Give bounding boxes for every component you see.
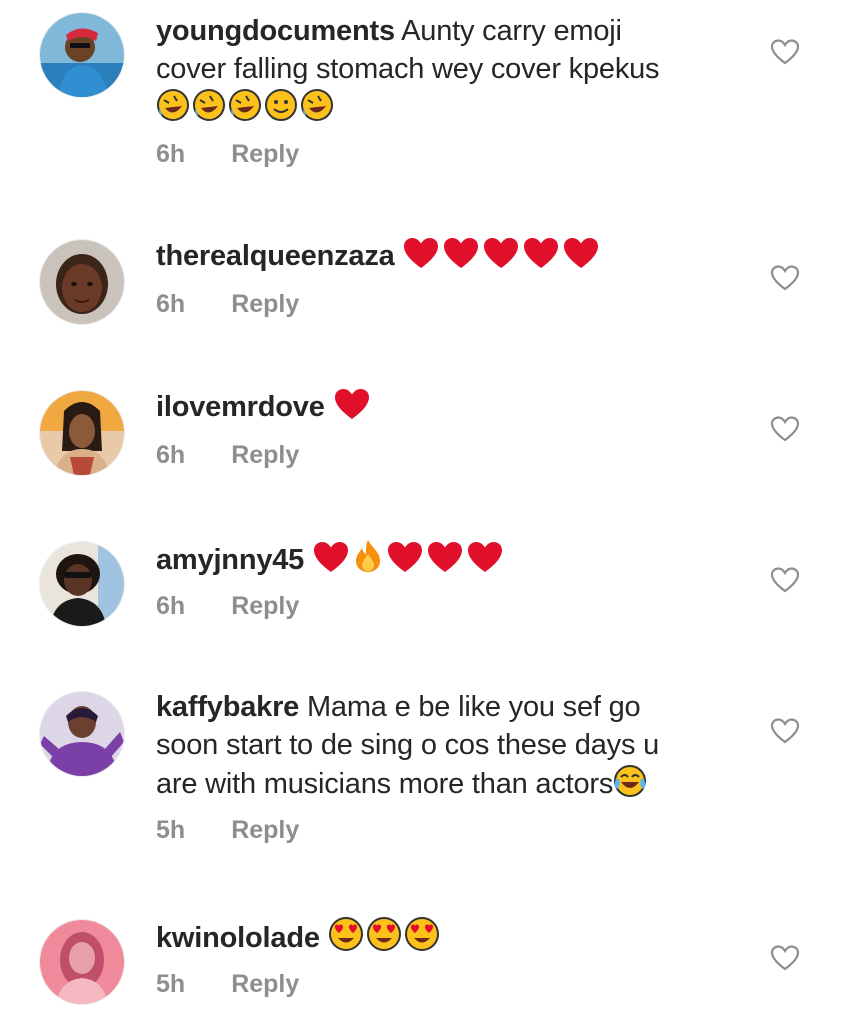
avatar[interactable] [40, 920, 124, 1004]
comment-text: amyjnny45 [156, 538, 756, 579]
rofl-emoji-icon [192, 88, 226, 122]
avatar[interactable] [40, 13, 124, 97]
comment-timestamp: 5h [156, 816, 186, 844]
heart-emoji-icon [402, 236, 440, 270]
heart-emoji-icon [442, 236, 480, 270]
reply-button[interactable]: Reply [231, 140, 299, 169]
comment-text: kwinololade [156, 916, 756, 957]
comment-meta: 5h Reply [156, 816, 299, 845]
comment-timestamp: 6h [156, 140, 186, 168]
reply-button[interactable]: Reply [231, 816, 299, 845]
heart-emoji-icon [482, 236, 520, 270]
comment-meta: 5h Reply [156, 970, 299, 999]
comment-meta: 6h Reply [156, 592, 299, 621]
avatar[interactable] [40, 542, 124, 626]
reply-button[interactable]: Reply [231, 441, 299, 470]
comment-username[interactable]: ilovemrdove [156, 391, 325, 423]
comment-text: youngdocuments Aunty carry emoji cover f… [156, 12, 756, 127]
heart-emoji-icon [562, 236, 600, 270]
comment-timestamp: 6h [156, 290, 186, 318]
comment-meta: 6h Reply [156, 441, 299, 470]
reply-button[interactable]: Reply [231, 290, 299, 319]
comment-timestamp: 6h [156, 441, 186, 469]
like-heart-icon[interactable] [770, 944, 800, 972]
heart-emoji-icon [466, 540, 504, 574]
heart-emoji-icon [333, 387, 371, 421]
heart-eyes-emoji-icon [404, 916, 440, 952]
avatar[interactable] [40, 692, 124, 776]
comment-text: therealqueenzaza [156, 236, 756, 275]
comment-timestamp: 5h [156, 970, 186, 998]
like-heart-icon[interactable] [770, 264, 800, 292]
heart-emoji-icon [386, 540, 424, 574]
reply-button[interactable]: Reply [231, 970, 299, 999]
comment-text: kaffybakre Mama e be like you sef go soo… [156, 688, 756, 803]
like-heart-icon[interactable] [770, 38, 800, 66]
rofl-emoji-icon [228, 88, 262, 122]
joy-emoji-icon [613, 764, 647, 798]
reply-button[interactable]: Reply [231, 592, 299, 621]
comment-username[interactable]: kwinololade [156, 922, 320, 954]
comment-username[interactable]: therealqueenzaza [156, 240, 395, 272]
like-heart-icon[interactable] [770, 415, 800, 443]
comment-text: ilovemrdove [156, 387, 756, 426]
comment-text-line: Aunty carry emoji [401, 15, 622, 47]
comment-meta: 6h Reply [156, 290, 299, 319]
heart-eyes-emoji-icon [328, 916, 364, 952]
comment-text-line: are with musicians more than actors [156, 768, 614, 800]
comment-username[interactable]: amyjnny45 [156, 544, 304, 576]
avatar[interactable] [40, 240, 124, 324]
heart-emoji-icon [522, 236, 560, 270]
rofl-emoji-icon [300, 88, 334, 122]
comment-username[interactable]: youngdocuments [156, 15, 395, 47]
heart-emoji-icon [312, 540, 350, 574]
comment-text-line: cover falling stomach wey cover kpekus [156, 53, 660, 85]
rofl-emoji-icon [156, 88, 190, 122]
slight-smile-emoji-icon [264, 88, 298, 122]
comment-timestamp: 6h [156, 592, 186, 620]
comment-text-line: Mama e be like you sef go [306, 691, 641, 723]
fire-emoji-icon [352, 538, 384, 574]
heart-emoji-icon [426, 540, 464, 574]
heart-eyes-emoji-icon [366, 916, 402, 952]
comment-text-line: soon start to de sing o cos these days u [156, 729, 660, 761]
comment-username[interactable]: kaffybakre [156, 691, 299, 723]
avatar[interactable] [40, 391, 124, 475]
comment-meta: 6h Reply [156, 140, 299, 169]
like-heart-icon[interactable] [770, 566, 800, 594]
like-heart-icon[interactable] [770, 717, 800, 745]
